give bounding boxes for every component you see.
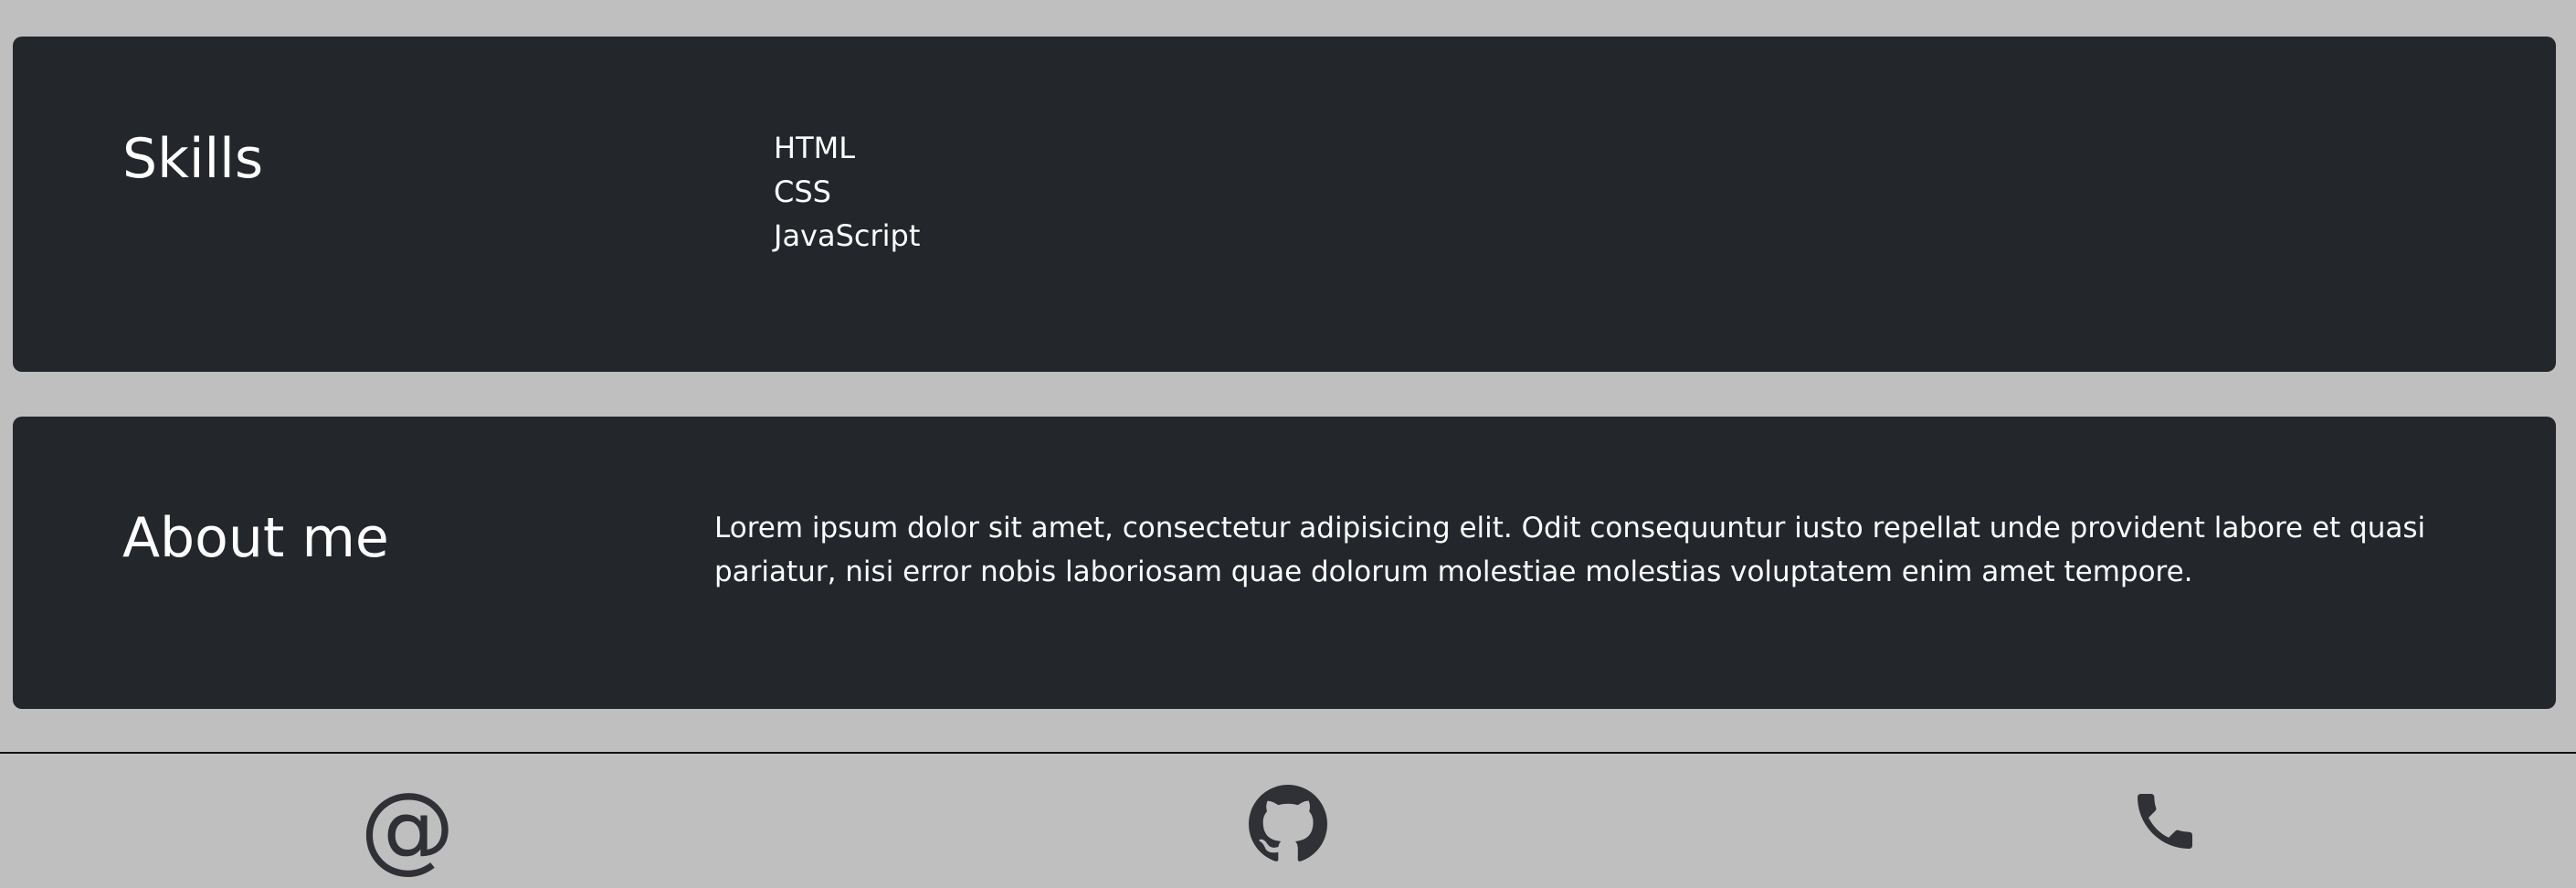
skill-item-html: HTML xyxy=(774,131,856,165)
at-icon: @ xyxy=(360,772,455,883)
footer: @ xyxy=(0,752,2576,888)
about-card: About me Lorem ipsum dolor sit amet, con… xyxy=(13,417,2556,709)
about-heading: About me xyxy=(122,506,389,570)
skill-item-javascript: JavaScript xyxy=(774,218,921,253)
skills-card: Skills HTML CSS JavaScript xyxy=(13,37,2556,372)
github-icon xyxy=(1249,785,1327,862)
phone-link[interactable] xyxy=(2110,785,2220,876)
skills-heading: Skills xyxy=(122,127,264,191)
phone-icon xyxy=(2138,794,2192,849)
skills-list: HTML CSS JavaScript xyxy=(774,126,920,258)
skill-item-css: CSS xyxy=(774,174,831,209)
github-link[interactable] xyxy=(1233,785,1343,876)
email-link[interactable]: @ xyxy=(353,772,462,883)
about-text: Lorem ipsum dolor sit amet, consectetur … xyxy=(714,512,2426,588)
